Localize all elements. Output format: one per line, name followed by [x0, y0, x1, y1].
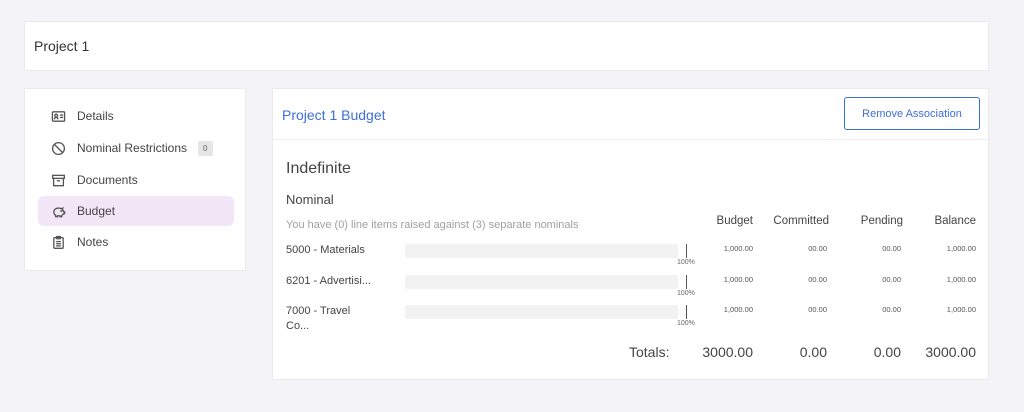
- cell-balance: 1,000.00: [946, 244, 976, 253]
- cell-committed: 00.00: [808, 305, 827, 314]
- progress-bar: [405, 305, 678, 319]
- sidebar-item-budget[interactable]: Budget: [38, 196, 234, 226]
- sidebar-item-label: Notes: [77, 235, 109, 249]
- progress-percent: 100%: [677, 259, 695, 266]
- budget-period: Indefinite: [286, 160, 351, 177]
- column-header-committed: Committed: [773, 215, 829, 227]
- progress-marker: [686, 244, 687, 258]
- archive-box-icon: [49, 171, 67, 189]
- column-header-pending: Pending: [860, 215, 903, 227]
- cell-pending: 00.00: [882, 275, 901, 284]
- sidebar-item-nominal-restrictions[interactable]: Nominal Restrictions 0: [38, 133, 234, 163]
- project-header: Project 1: [24, 21, 989, 71]
- total-pending: 0.00: [873, 344, 901, 360]
- page-title: Project 1: [34, 38, 90, 54]
- budget-panel-header: Project 1 Budget Remove Association: [273, 89, 988, 140]
- column-header-budget: Budget: [716, 215, 753, 227]
- cell-budget: 1,000.00: [723, 305, 753, 314]
- cell-committed: 00.00: [808, 275, 827, 284]
- sidebar-item-label: Nominal Restrictions: [77, 141, 188, 155]
- progress-marker: [686, 275, 687, 289]
- id-card-icon: [49, 107, 67, 125]
- ban-icon: [49, 139, 67, 157]
- budget-panel: Project 1 Budget Remove Association Inde…: [272, 88, 989, 380]
- line-items-summary: You have (0) line items raised against (…: [286, 219, 579, 231]
- sidebar-item-label: Budget: [77, 204, 116, 218]
- cell-pending: 00.00: [882, 305, 901, 314]
- sidebar: Details Nominal Restrictions 0 Documents…: [24, 88, 246, 271]
- cell-budget: 1,000.00: [723, 244, 753, 253]
- nominal-name: 6201 - Advertisi...: [286, 275, 371, 287]
- progress-marker: [686, 305, 687, 319]
- progress-percent: 100%: [677, 290, 695, 297]
- sidebar-item-notes[interactable]: Notes: [38, 227, 234, 257]
- budget-title[interactable]: Project 1 Budget: [282, 107, 386, 123]
- nominal-name: 5000 - Materials: [286, 244, 365, 256]
- sidebar-item-details[interactable]: Details: [38, 101, 234, 131]
- count-badge: 0: [198, 140, 213, 156]
- remove-association-button[interactable]: Remove Association: [844, 97, 980, 130]
- progress-bar: [405, 244, 678, 258]
- totals-label: Totals:: [629, 344, 670, 360]
- cell-balance: 1,000.00: [946, 275, 976, 284]
- total-budget: 3000.00: [702, 344, 753, 360]
- sidebar-item-label: Details: [77, 109, 114, 123]
- column-header-balance: Balance: [934, 215, 976, 227]
- cell-budget: 1,000.00: [723, 275, 753, 284]
- progress-bar: [405, 275, 678, 289]
- clipboard-icon: [49, 233, 67, 251]
- nominal-name: 7000 - Travel Co...: [286, 305, 351, 332]
- total-committed: 0.00: [799, 344, 827, 360]
- cell-committed: 00.00: [808, 244, 827, 253]
- cell-pending: 00.00: [882, 244, 901, 253]
- progress-percent: 100%: [677, 320, 695, 327]
- sidebar-item-documents[interactable]: Documents: [38, 165, 234, 195]
- cell-balance: 1,000.00: [946, 305, 976, 314]
- section-heading: Nominal: [286, 192, 334, 207]
- total-balance: 3000.00: [925, 344, 976, 360]
- sidebar-item-label: Documents: [77, 173, 138, 187]
- piggy-bank-icon: [49, 202, 67, 220]
